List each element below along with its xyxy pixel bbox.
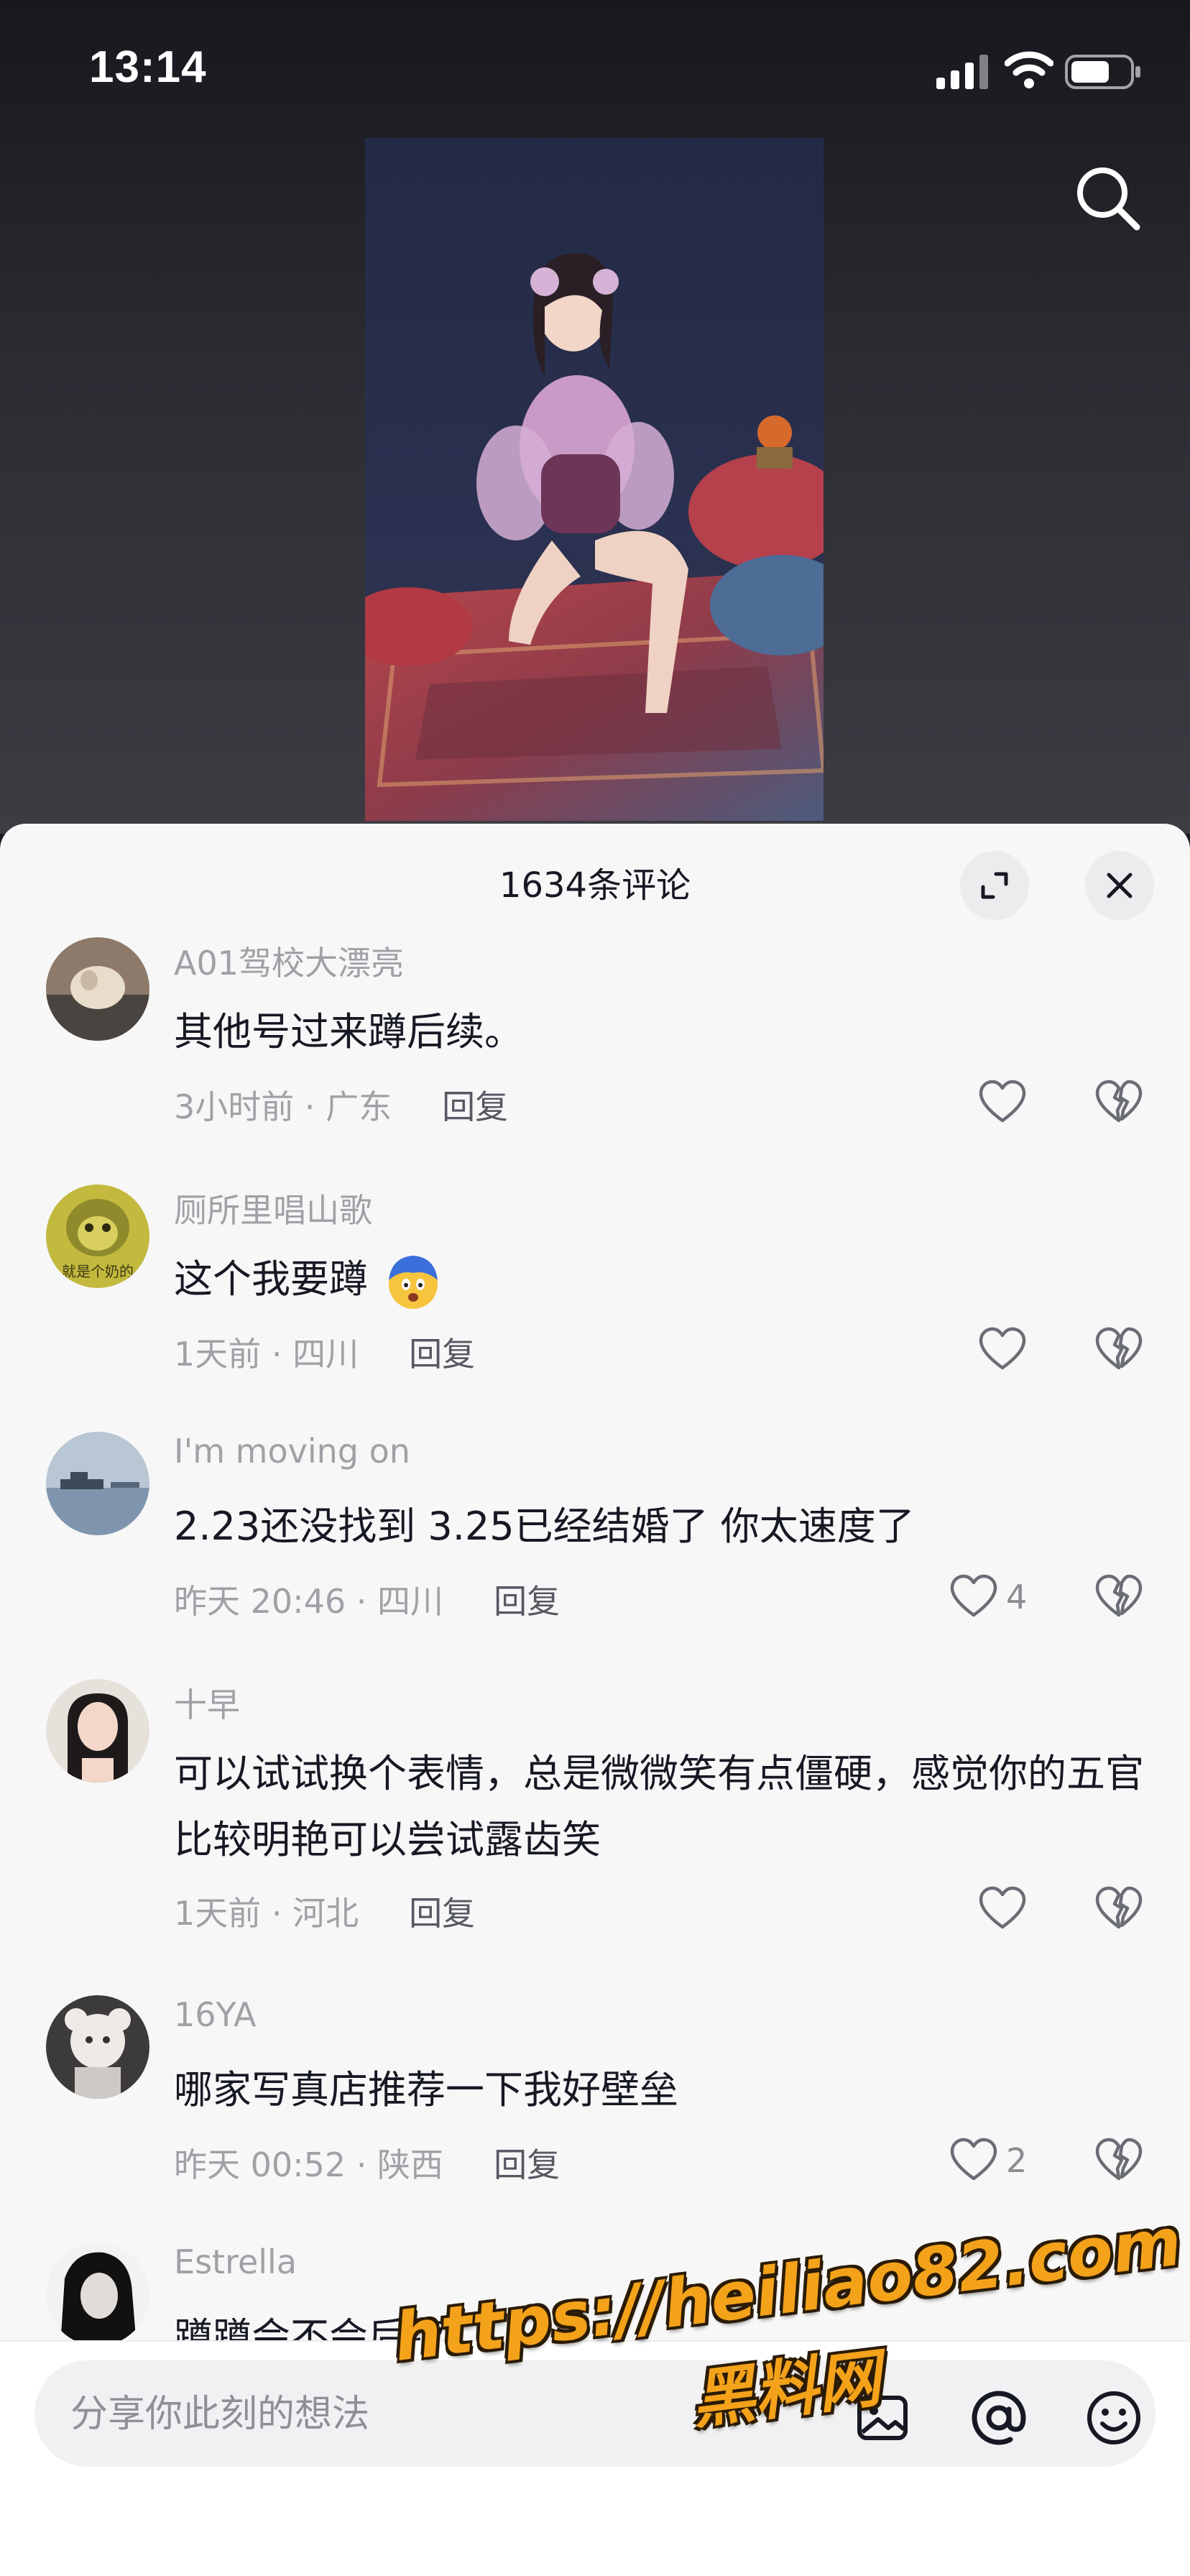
broken-heart-icon[interactable] [1094, 2135, 1144, 2186]
avatar[interactable]: 就是个奶的 [46, 1184, 149, 1288]
video-background: 13:14 [0, 0, 1190, 834]
avatar[interactable] [46, 2242, 149, 2340]
avatar[interactable] [46, 1432, 149, 1535]
heart-icon [950, 1574, 997, 1617]
reply-button[interactable]: 回复 [409, 1887, 475, 1935]
comment-username[interactable]: 厕所里唱山歌 [174, 1184, 372, 1232]
avatar[interactable] [46, 1995, 149, 2099]
comment-text: 其他号过来蹲后续。 [174, 1009, 523, 1054]
wifi-icon [1005, 51, 1053, 88]
comment-item: Estrella 蹲蹲会不会后续 [0, 2242, 1190, 2340]
comments-sheet: 1634条评论 A01驾校大漂亮 其他号过来蹲后续。 3小时前 · 广东 回复 [0, 824, 1190, 2576]
search-icon [1077, 167, 1140, 231]
like-button[interactable] [977, 1321, 1035, 1379]
comment-username[interactable]: I'm moving on [174, 1432, 410, 1471]
broken-heart-icon[interactable] [1094, 1077, 1144, 1128]
comment-text: 这个我要蹲 [174, 1246, 1151, 1312]
expand-button[interactable] [960, 851, 1029, 920]
close-icon [1107, 873, 1133, 898]
search-button[interactable] [1072, 162, 1144, 234]
comment-meta: 昨天 00:52 · 陕西 回复 [174, 2139, 560, 2186]
like-button[interactable]: 4 [949, 1568, 1027, 1626]
image-icon[interactable] [852, 2388, 913, 2448]
comment-text-body: 这个我要蹲 [174, 1256, 368, 1302]
video-thumbnail[interactable] [365, 138, 824, 821]
avatar[interactable] [46, 1679, 149, 1782]
reply-button[interactable]: 回复 [494, 1576, 560, 1623]
comment-meta: 昨天 20:46 · 四川 回复 [174, 1576, 560, 1623]
reply-button[interactable]: 回复 [494, 2139, 560, 2186]
status-bar: 13:14 [0, 0, 1190, 144]
comment-text-body: 蹲蹲会不会后续 [174, 2314, 446, 2340]
like-count: 4 [1006, 1578, 1028, 1616]
shocked-emoji-icon [389, 1256, 438, 1310]
comment-username[interactable]: 16YA [174, 1995, 257, 2034]
reply-button[interactable]: 回复 [442, 1081, 508, 1128]
comment-time-location: 1天前 · 河北 [174, 1894, 359, 1933]
close-button[interactable] [1085, 851, 1154, 920]
comment-time-location: 昨天 20:46 · 四川 [174, 1582, 444, 1621]
like-button[interactable] [977, 1074, 1035, 1131]
battery-icon [1065, 55, 1140, 89]
comment-username[interactable]: Estrella [174, 2242, 297, 2281]
broken-heart-icon[interactable] [1094, 1572, 1144, 1622]
comment-username[interactable]: 十早 [174, 1679, 240, 1726]
comment-input[interactable] [70, 2382, 861, 2447]
heart-icon [979, 1080, 1026, 1123]
comment-text: 可以试试换个表情，总是微微笑有点僵硬，感觉你的五官比较明艳可以尝试露齿笑 [174, 1751, 1144, 1862]
heart-icon [979, 1327, 1026, 1370]
broken-heart-icon[interactable] [1094, 1884, 1144, 1934]
heart-icon [979, 1886, 1026, 1929]
emoji-icon[interactable] [1084, 2388, 1144, 2448]
comment-meta: 3小时前 · 广东 回复 [174, 1081, 508, 1128]
comment-text: 2.23还没找到 3.25已经结婚了 你太速度了 [174, 1504, 915, 1549]
at-icon[interactable] [969, 2388, 1029, 2448]
heart-icon [950, 2138, 997, 2181]
broken-heart-icon[interactable] [1094, 1325, 1144, 1375]
cellular-signal-icon [936, 55, 988, 89]
comment-time-location: 3小时前 · 广东 [174, 1087, 392, 1126]
comment-meta: 1天前 · 河北 回复 [174, 1887, 475, 1935]
comment-input-bar [0, 2340, 1190, 2576]
status-time: 13:14 [89, 42, 207, 92]
comment-text: 哪家写真店推荐一下我好壁垒 [174, 2067, 678, 2112]
like-count: 2 [1006, 2141, 1028, 2180]
expand-icon [981, 872, 1008, 899]
comment-time-location: 1天前 · 四川 [174, 1335, 359, 1374]
avatar[interactable] [46, 937, 149, 1041]
comment-time-location: 昨天 00:52 · 陕西 [174, 2145, 444, 2184]
video-image [365, 138, 824, 821]
comment-input-container [34, 2360, 1156, 2467]
reply-button[interactable]: 回复 [409, 1328, 475, 1376]
like-button[interactable]: 2 [949, 2132, 1027, 2189]
comment-meta: 1天前 · 四川 回复 [174, 1328, 475, 1376]
like-button[interactable] [977, 1880, 1035, 1938]
avatar-caption: 就是个奶的 [62, 1263, 134, 1280]
comment-text: 蹲蹲会不会后续 [174, 2304, 1151, 2340]
comment-username[interactable]: A01驾校大漂亮 [174, 937, 404, 985]
